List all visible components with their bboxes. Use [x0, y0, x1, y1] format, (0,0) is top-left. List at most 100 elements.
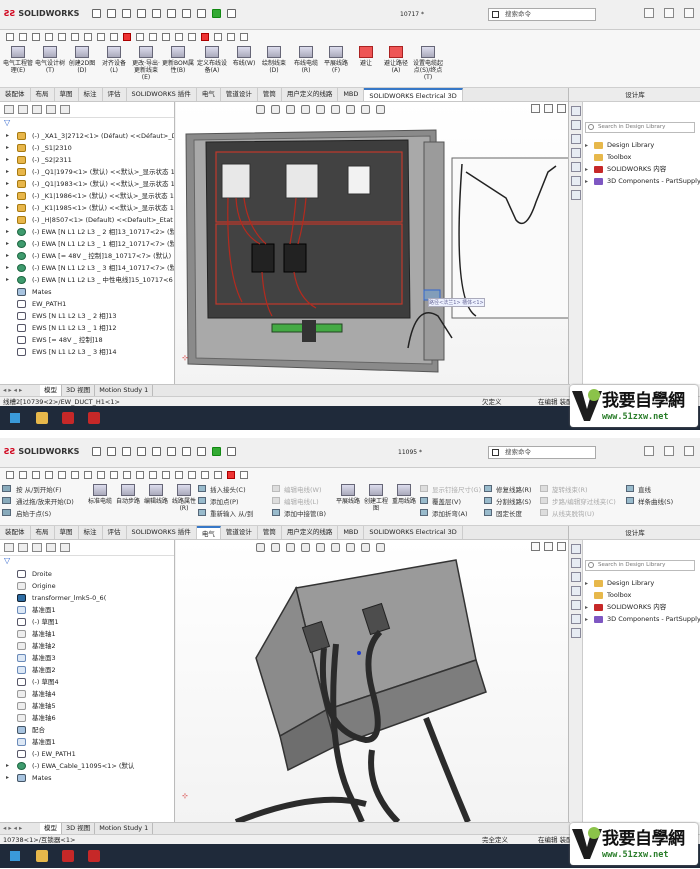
command-tab[interactable]: MBD — [338, 88, 365, 101]
tree-item[interactable]: 基准轴1 — [0, 628, 174, 640]
new-icon[interactable] — [107, 9, 116, 18]
tree-item[interactable]: ▸ (-) EWA [N L1 L2 L3 _ 中性电线]15_10717<6 — [0, 274, 174, 286]
dimxpert-icon[interactable] — [46, 105, 56, 114]
tool-icon[interactable] — [45, 471, 53, 479]
tool-icon[interactable] — [188, 33, 196, 41]
tool-icon[interactable] — [58, 33, 66, 41]
ribbon-command[interactable]: 修复线路(R) — [484, 484, 548, 494]
command-tab[interactable]: 管筒 — [258, 88, 282, 101]
options-icon[interactable] — [227, 447, 236, 456]
ribbon-command[interactable]: 编辑电线(L) — [272, 496, 336, 506]
feature-tree-icon[interactable] — [4, 543, 14, 552]
ribbon-button[interactable]: 避让 — [350, 46, 382, 67]
solidworks-taskbar-icon[interactable] — [62, 850, 74, 862]
expand-arrow-icon[interactable]: ▸ — [6, 214, 9, 226]
library-item[interactable]: ▸ SOLIDWORKS 内容 — [585, 602, 666, 613]
tree-item[interactable]: 基准面1 — [0, 604, 174, 616]
open-icon[interactable] — [122, 447, 131, 456]
command-tab[interactable]: 草图 — [55, 526, 79, 539]
command-tab[interactable]: 标注 — [79, 88, 103, 101]
tool-icon[interactable] — [32, 471, 40, 479]
home-icon[interactable] — [571, 544, 581, 554]
ribbon-button[interactable]: 线路属性(R) — [170, 484, 198, 512]
command-tab[interactable]: 用户定义的线路 — [282, 526, 339, 539]
ribbon-button[interactable]: 布线(W) — [228, 46, 260, 67]
tree-item[interactable]: ▸ (-) _Q1|1983<1> (默认) <<默认>_显示状态 1 — [0, 178, 174, 190]
config-icon[interactable] — [32, 543, 42, 552]
solidworks-taskbar-icon[interactable] — [88, 850, 100, 862]
tool-icon[interactable] — [97, 33, 105, 41]
expand-arrow-icon[interactable]: ▸ — [585, 602, 588, 613]
tool-icon[interactable] — [19, 33, 27, 41]
library-icon[interactable] — [571, 120, 581, 130]
command-tab[interactable]: 电气 — [196, 526, 221, 539]
command-tab[interactable]: 装配体 — [0, 88, 31, 101]
tab-3d-view[interactable]: 3D 视图 — [62, 823, 96, 834]
command-tab[interactable]: 管道设计 — [221, 526, 258, 539]
search-commands[interactable]: 搜索命令 — [488, 8, 596, 21]
ribbon-button[interactable]: 编辑线路 — [142, 484, 170, 505]
graphics-viewport[interactable]: ⊹ — [176, 540, 568, 822]
options-icon[interactable] — [227, 9, 236, 18]
expand-arrow-icon[interactable]: ▸ — [6, 262, 9, 274]
ribbon-button[interactable]: 绘制线束(D) — [258, 46, 290, 74]
filter-icon[interactable]: ▽ — [0, 556, 174, 568]
command-tab[interactable]: 电气 — [197, 88, 221, 101]
tab-3d-view[interactable]: 3D 视图 — [62, 385, 96, 396]
ribbon-button[interactable]: 定义布线设备(A) — [196, 46, 228, 74]
tree-item[interactable]: transformer_lmk5-0_6( — [0, 592, 174, 604]
expand-arrow-icon[interactable]: ▸ — [6, 202, 9, 214]
dimxpert-icon[interactable] — [46, 543, 56, 552]
ribbon-command[interactable]: 插入接头(C) — [198, 484, 262, 494]
undo-icon[interactable] — [167, 9, 176, 18]
tool-icon[interactable] — [214, 33, 222, 41]
tool-icon[interactable] — [45, 33, 53, 41]
ribbon-button[interactable]: 平展线路(F) — [320, 46, 352, 74]
help-icon[interactable] — [644, 446, 654, 456]
tool-icon[interactable] — [227, 471, 235, 479]
property-icon[interactable] — [18, 105, 28, 114]
command-tab[interactable]: 管筒 — [258, 526, 282, 539]
tree-item[interactable]: ▸ (-) _H|8507<1> (Default) <<Default>_Eta… — [0, 214, 174, 226]
start-from-to-button[interactable]: 按 从/到开始(F) — [0, 484, 90, 494]
file-explorer-icon[interactable] — [571, 572, 581, 582]
ribbon-command[interactable]: 显示钉接尺寸(G) — [420, 484, 484, 494]
search-commands[interactable]: 搜索命令 — [488, 446, 596, 459]
tree-item[interactable]: ▸ (-) EWA [N L1 L2 L3 _ 1 相]12_10717<7> (… — [0, 238, 174, 250]
custom-props-icon[interactable] — [571, 176, 581, 186]
new-icon[interactable] — [107, 447, 116, 456]
tree-item[interactable]: ▸ (-) _K1|1985<1> (默认) <<默认>_显示状态 1 — [0, 202, 174, 214]
tool-icon[interactable] — [240, 33, 248, 41]
ribbon-command[interactable]: 步路/编辑穿过线夹(C) — [540, 496, 620, 506]
select-icon[interactable] — [197, 9, 206, 18]
tool-icon[interactable] — [58, 471, 66, 479]
ribbon-button[interactable]: 创建2D图(D) — [66, 46, 98, 74]
tree-item[interactable]: ▸ (-) EWA [N L1 L2 L3 _ 3 相]14_10717<7> (… — [0, 262, 174, 274]
command-tab[interactable]: 管道设计 — [221, 88, 258, 101]
windows-start-icon[interactable] — [10, 851, 20, 861]
tab-model[interactable]: 模型 — [40, 823, 62, 834]
tool-icon[interactable] — [123, 471, 131, 479]
ribbon-button[interactable]: 创建工程图 — [362, 484, 390, 512]
tool-icon[interactable] — [149, 33, 157, 41]
ribbon-command[interactable]: 从线夹脱钩(U) — [540, 508, 620, 518]
expand-arrow-icon[interactable]: ▸ — [585, 578, 588, 589]
expand-arrow-icon[interactable]: ▸ — [6, 130, 9, 142]
tool-icon[interactable] — [162, 33, 170, 41]
drag-drop-start-button[interactable]: 通过拖/放来开始(D) — [0, 496, 90, 506]
tree-item[interactable]: EW_PATH1 — [0, 298, 174, 310]
graphics-viewport[interactable]: 路径<法兰1> 槽体<1> ⊹ — [176, 102, 568, 384]
expand-arrow-icon[interactable]: ▸ — [6, 274, 9, 286]
ribbon-button[interactable]: 标准电缆 — [86, 484, 114, 505]
expand-arrow-icon[interactable]: ▸ — [585, 614, 588, 625]
home-icon[interactable] — [92, 447, 101, 456]
tool-icon[interactable] — [123, 33, 131, 41]
redo-icon[interactable] — [182, 9, 191, 18]
tool-icon[interactable] — [6, 33, 14, 41]
command-tab[interactable]: SOLIDWORKS 插件 — [127, 88, 197, 101]
ribbon-button[interactable]: 电气设计树(T) — [34, 46, 66, 74]
design-library-search[interactable]: Search in Design Library — [585, 122, 695, 133]
tab-motion-study[interactable]: Motion Study 1 — [95, 823, 154, 834]
expand-arrow-icon[interactable]: ▸ — [6, 772, 9, 784]
tree-item[interactable]: 基准轴2 — [0, 640, 174, 652]
